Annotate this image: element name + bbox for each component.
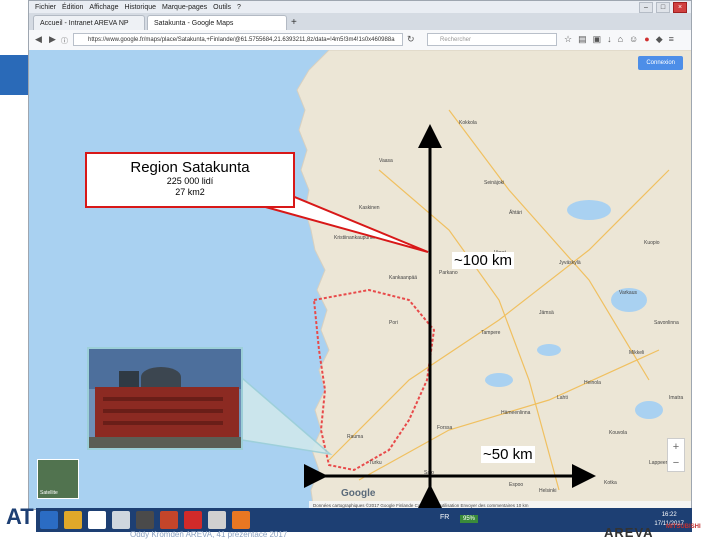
callout-population: 225 000 lidí — [166, 176, 214, 186]
ie-icon[interactable] — [40, 511, 58, 529]
map-label: Pori — [389, 320, 398, 326]
map-label: Kaskinen — [359, 205, 380, 211]
map-label: Hämeenlinna — [501, 410, 531, 416]
calendar-icon[interactable] — [112, 511, 130, 529]
menu-bookmarks[interactable]: Marque-pages — [162, 4, 207, 11]
clock-time: 16:22 — [661, 512, 677, 518]
map-label: Seinäjoki — [484, 180, 505, 186]
onenote-icon[interactable] — [136, 511, 154, 529]
land — [296, 50, 691, 509]
tab-google-maps[interactable]: Satakunta - Google Maps — [147, 15, 287, 30]
map-label: Jyväskylä — [559, 260, 581, 266]
paint-icon[interactable] — [208, 511, 226, 529]
powerpoint-icon[interactable] — [160, 511, 178, 529]
shield-icon[interactable]: ◆ — [656, 34, 663, 45]
google-logo: Google — [341, 488, 376, 499]
addon-icon[interactable]: ● — [644, 34, 649, 45]
clipboard-icon[interactable]: ▤ — [578, 34, 587, 45]
region-callout: Region Satakunta 225 000 lidí 27 km2 — [85, 152, 295, 208]
map-label: Tampere — [481, 330, 501, 336]
distance-label-vertical: ~100 km — [452, 252, 514, 269]
map-label: Varkaus — [619, 290, 637, 296]
map-label: Ähtäri — [509, 210, 523, 216]
map-label: Savonlinna — [654, 320, 679, 326]
home-icon[interactable]: ⌂ — [618, 34, 623, 45]
window-controls: – □ × — [639, 2, 687, 13]
slide-corner-logo: AT — [6, 504, 34, 529]
toolbar-icons: ☆ ▤ ▣ ↓ ⌂ ☺ ● ◆ ≡ — [564, 34, 674, 45]
lock-icon[interactable]: ▣ — [593, 34, 602, 45]
power-plant-photo — [87, 347, 243, 450]
callout-title: Region Satakunta — [130, 159, 250, 176]
close-icon[interactable]: × — [673, 2, 687, 13]
map-label: Heinola — [584, 380, 601, 386]
zoom-out-button[interactable]: − — [668, 455, 684, 471]
map-label: Parkano — [439, 270, 458, 276]
map-label: Kankaanpää — [389, 275, 418, 281]
forward-icon[interactable]: ▶ — [49, 34, 56, 45]
callout-area: 27 km2 — [175, 187, 205, 197]
map-label: Kotka — [604, 480, 617, 486]
map-label: Lahti — [557, 395, 568, 401]
map-label: Salo — [424, 470, 435, 476]
menu-view[interactable]: Affichage — [89, 4, 118, 11]
satellite-label: Satellite — [40, 490, 58, 496]
folder-icon[interactable] — [64, 511, 82, 529]
acrobat-icon[interactable] — [184, 511, 202, 529]
info-icon[interactable]: ⓘ — [61, 36, 68, 46]
url-field[interactable]: https://www.google.fr/maps/place/Satakun… — [73, 33, 403, 46]
back-icon[interactable]: ◀ — [35, 34, 42, 45]
battery-indicator[interactable]: 95% — [460, 515, 479, 523]
firefox-icon[interactable] — [232, 511, 250, 529]
zoom-in-button[interactable]: + — [668, 439, 684, 455]
menu-bar: Fichier Édition Affichage Historique Mar… — [29, 1, 691, 13]
minimize-icon[interactable]: – — [639, 2, 653, 13]
menu-edit[interactable]: Édition — [62, 4, 83, 11]
menu-file[interactable]: Fichier — [35, 4, 56, 11]
mitsubishi-logo: MITSUBISHI — [666, 524, 701, 530]
map-label: Imatra — [669, 395, 684, 401]
sign-in-button[interactable]: Connexion — [638, 56, 683, 70]
map-label: Vaasa — [379, 158, 393, 164]
distance-label-horizontal: ~50 km — [481, 446, 535, 463]
search-field[interactable]: Rechercher — [427, 33, 557, 46]
chat-icon[interactable]: ☺ — [629, 34, 638, 45]
menu-tools[interactable]: Outils — [213, 4, 231, 11]
star-icon[interactable]: ☆ — [564, 34, 572, 45]
map-label: Jämsä — [539, 310, 554, 316]
map-label: Rauma — [347, 434, 364, 440]
menu-history[interactable]: Historique — [124, 4, 156, 11]
map-label: Forssa — [437, 425, 453, 431]
map-label: Kokkola — [459, 120, 477, 126]
map-label: Mikkeli — [629, 350, 645, 356]
reload-icon[interactable]: ↻ — [407, 34, 415, 45]
zoom-control: + − — [667, 438, 685, 472]
map-label: Helsinki — [539, 488, 557, 494]
download-icon[interactable]: ↓ — [607, 34, 612, 45]
windows-taskbar: FR 95% 16:22 17/11/2017 — [36, 508, 692, 532]
document-icon[interactable] — [88, 511, 106, 529]
map-label: Kristiinankaupunki — [334, 235, 375, 241]
map-label: Turku — [369, 460, 382, 466]
new-tab-icon[interactable]: + — [291, 17, 297, 28]
power-plant-image — [89, 349, 241, 448]
map-label: Kouvola — [609, 430, 628, 436]
tab-intranet[interactable]: Accueil - Intranet AREVA NP — [33, 15, 145, 30]
maximize-icon[interactable]: □ — [656, 2, 670, 13]
map-label: Espoo — [509, 482, 524, 488]
areva-logo: AREVA — [604, 525, 654, 540]
menu-icon[interactable]: ≡ — [669, 34, 674, 45]
satellite-toggle[interactable]: Satellite — [37, 459, 79, 499]
tab-bar: Accueil - Intranet AREVA NP Satakunta - … — [29, 13, 691, 30]
navigation-bar: ◀ ▶ ⓘ https://www.google.fr/maps/place/S… — [29, 30, 691, 51]
language-indicator[interactable]: FR — [440, 514, 449, 521]
slide-footer: Oddy Kromdeň AREVA, 41 prezentace 2017 — [130, 530, 288, 539]
menu-help[interactable]: ? — [237, 4, 241, 11]
map-label: Kuopio — [644, 240, 660, 246]
